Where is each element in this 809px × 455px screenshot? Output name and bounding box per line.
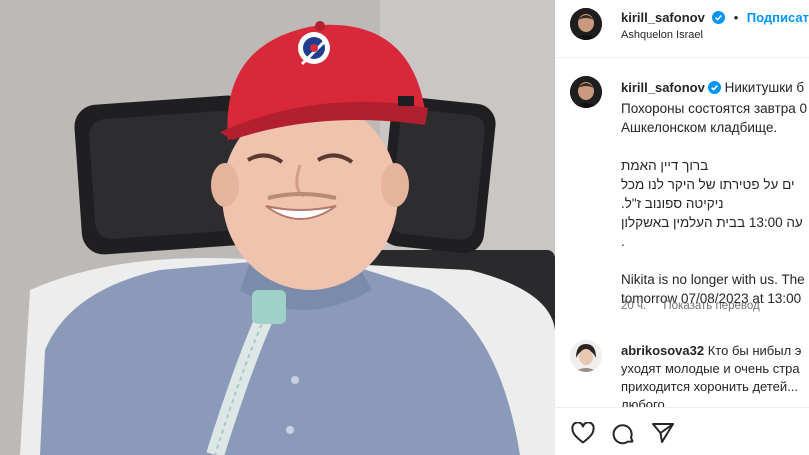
caption-line-text: Никитушки б [724, 80, 805, 95]
caption-line [621, 251, 809, 270]
verified-badge-icon [707, 80, 721, 99]
avatar-image [570, 76, 602, 108]
caption-line: Ашкелонском кладбище. [621, 120, 778, 135]
commenter-username[interactable]: abrikosova32 [621, 343, 704, 358]
post-location[interactable]: Ashquelon Israel [621, 29, 703, 41]
caption-line-hebrew: ים על פטירתו של היקר לנו מכל [621, 177, 795, 192]
comment-line: abrikosova32 Кто бы нибыл э [621, 342, 801, 360]
verified-badge-icon [712, 11, 726, 29]
caption-line-hebrew: ברוך דיין האמת [621, 158, 709, 173]
avatar-image [570, 8, 602, 40]
separator-dot: • [733, 10, 739, 25]
caption-text: kirill_safonov Никитушки б Похороны сост… [621, 78, 809, 308]
show-translation-link[interactable]: Показать перевод [663, 300, 759, 312]
follow-button[interactable]: Подписаться [747, 10, 809, 25]
comment-line: уходят молодые и очень стра [621, 361, 800, 376]
post-photo[interactable] [0, 0, 555, 455]
caption-username[interactable]: kirill_safonov [621, 80, 705, 95]
comment-line: приходится хоронить детей... [621, 379, 798, 394]
post-photo-illustration [0, 0, 555, 455]
caption-meta: 20 ч. Показать перевод [621, 300, 760, 312]
post-side-panel: kirill_safonov • Подписаться Ashquelon I… [555, 0, 809, 455]
avatar-image [570, 340, 602, 372]
caption-line-hebrew: עה 13:00 בבית העלמין באשקלון [621, 215, 803, 230]
caption-line: Nikita is no longer with us. The [621, 272, 805, 287]
author-avatar[interactable] [570, 8, 602, 40]
comment-line-text: Кто бы нибыл э [707, 343, 802, 358]
caption-line: Похороны состоятся завтра 0 [621, 101, 807, 116]
caption-line: . [621, 234, 625, 249]
post-header: kirill_safonov • Подписаться Ashquelon I… [555, 0, 809, 58]
comment-text: abrikosova32 Кто бы нибыл э уходят молод… [621, 342, 801, 414]
caption-line [621, 137, 809, 156]
caption-line-hebrew: ניקיטה ספונוב ז"ל. [621, 196, 724, 211]
caption-line: kirill_safonov Никитушки б [621, 78, 809, 99]
share-icon[interactable] [651, 422, 675, 449]
commenter-avatar[interactable] [570, 340, 602, 372]
post-actions-bar [555, 407, 809, 455]
header-user-row: kirill_safonov • Подписаться [621, 9, 809, 29]
header-username[interactable]: kirill_safonov [621, 10, 705, 25]
post-timestamp[interactable]: 20 ч. [621, 300, 646, 312]
heart-icon[interactable] [571, 421, 595, 449]
caption-author-avatar[interactable] [570, 76, 602, 108]
comment-icon[interactable] [612, 422, 636, 451]
